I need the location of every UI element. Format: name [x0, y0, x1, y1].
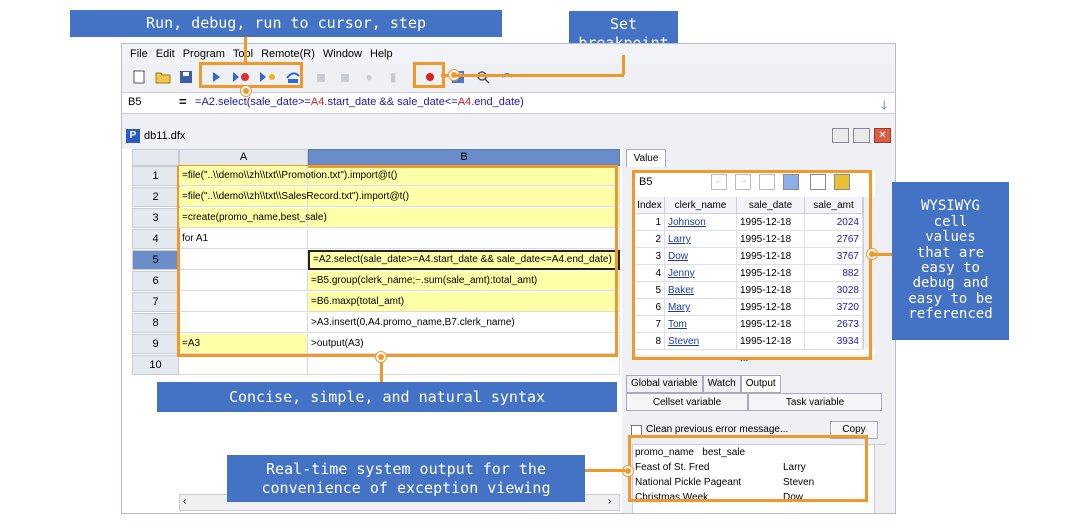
- connector-breakpoint-h: [454, 74, 624, 77]
- callout-wysiwyg-line: debug and: [912, 275, 989, 292]
- highlight-run-tools: [199, 62, 303, 88]
- menu-remote[interactable]: Remote(R): [261, 48, 315, 60]
- callout-wysiwyg-line: cell: [933, 213, 968, 230]
- cell-b10[interactable]: [308, 355, 620, 375]
- restore-icon[interactable]: [853, 128, 870, 143]
- new-file-icon[interactable]: [130, 68, 148, 86]
- save-icon[interactable]: [177, 68, 195, 86]
- callout-set-breakpoint-line1: Set: [609, 14, 638, 33]
- formula-part: A2: [201, 96, 215, 108]
- bottom-tab-bar: Global variable Watch Output: [626, 375, 781, 393]
- callout-realtime-line2: convenience of exception viewing: [261, 478, 551, 497]
- row-header-9[interactable]: 9: [132, 334, 179, 354]
- formula-part: A4: [310, 96, 325, 108]
- formula-equals: =: [179, 94, 187, 109]
- cell-a10[interactable]: [179, 355, 308, 375]
- connector-dot: [376, 352, 386, 362]
- menu-edit[interactable]: Edit: [156, 48, 175, 60]
- connector-breakpoint-up: [622, 55, 625, 75]
- grid-corner: [132, 149, 179, 166]
- column-header-b[interactable]: B: [308, 149, 620, 166]
- scroll-left-icon[interactable]: ‹: [183, 496, 186, 507]
- disabled-tool-icon: ◼: [340, 70, 350, 84]
- row-header-2[interactable]: 2: [132, 187, 179, 207]
- close-icon[interactable]: ✕: [874, 128, 891, 143]
- highlight-value-table: [632, 170, 872, 360]
- subtab-cellset-variable[interactable]: Cellset variable: [626, 393, 748, 411]
- output-scrollbar[interactable]: [874, 445, 886, 513]
- formula-input[interactable]: =A2.select(sale_date>=A4.start_date && s…: [195, 96, 524, 108]
- row-header-4[interactable]: 4: [132, 229, 179, 249]
- menu-window[interactable]: Window: [323, 48, 362, 60]
- search-icon[interactable]: [474, 68, 492, 86]
- column-header-a[interactable]: A: [179, 149, 308, 166]
- formula-cell-ref: B5: [128, 96, 142, 108]
- open-folder-icon[interactable]: [154, 68, 172, 86]
- undo-icon[interactable]: [498, 68, 516, 86]
- document-tab-label: db11.dfx: [144, 130, 186, 142]
- tab-global-variable[interactable]: Global variable: [626, 375, 703, 393]
- menu-file[interactable]: File: [130, 48, 148, 60]
- cell-a1[interactable]: =file("..\\demo\\zh\\txt\\Promotion.txt"…: [179, 166, 397, 186]
- connector-run-tools: [244, 37, 247, 64]
- file-icon: P: [126, 129, 140, 143]
- callout-wysiwyg-line: easy to be: [908, 290, 993, 307]
- menu-bar: File Edit Program Tool Remote(R) Window …: [122, 44, 895, 64]
- callout-wysiwyg-line: values: [925, 229, 976, 246]
- formula-part: .start_date && sale_date<=: [324, 96, 458, 108]
- value-tab[interactable]: Value: [626, 149, 666, 167]
- formula-part: .end_date): [471, 96, 524, 108]
- menu-tool[interactable]: Tool: [233, 48, 253, 60]
- row-header-3[interactable]: 3: [132, 208, 179, 228]
- row-header-10[interactable]: 10: [132, 355, 179, 375]
- callout-wysiwyg-line: WYSIWYG: [920, 198, 980, 215]
- tab-output[interactable]: Output: [740, 375, 781, 393]
- connector-dot: [241, 86, 251, 96]
- document-tab[interactable]: P db11.dfx: [126, 126, 185, 146]
- menu-program[interactable]: Program: [183, 48, 225, 60]
- callout-concise-syntax: Concise, simple, and natural syntax: [157, 382, 617, 412]
- row-header-6[interactable]: 6: [132, 271, 179, 291]
- cell-a2[interactable]: =file("..\\demo\\zh\\txt\\SalesRecord.tx…: [179, 187, 409, 207]
- minimize-icon[interactable]: [832, 128, 849, 143]
- row-header-7[interactable]: 7: [132, 292, 179, 312]
- menu-help[interactable]: Help: [370, 48, 393, 60]
- callout-wysiwyg-line: that are: [916, 244, 985, 261]
- disabled-tool-icon: ●: [365, 70, 373, 84]
- formula-bar: B5 = =A2.select(sale_date>=A4.start_date…: [122, 92, 895, 117]
- callout-run-debug: Run, debug, run to cursor, step: [70, 10, 502, 37]
- tab-watch[interactable]: Watch: [702, 375, 741, 393]
- disabled-tool-icon: ▮: [389, 70, 397, 84]
- clean-error-label: Clean previous error message...: [646, 424, 789, 435]
- cell-a3[interactable]: =create(promo_name,best_sale): [179, 208, 327, 228]
- document-tab-bar: P db11.dfx ✕: [122, 124, 895, 148]
- highlight-output: [628, 435, 868, 502]
- row-header-1[interactable]: 1: [132, 166, 179, 186]
- disabled-tool-icon: ◼: [316, 70, 326, 84]
- row-header-8[interactable]: 8: [132, 313, 179, 333]
- connector-value: [872, 253, 892, 256]
- formula-part: A4: [457, 96, 472, 108]
- scroll-right-icon[interactable]: ›: [608, 496, 611, 507]
- connector-output: [585, 469, 625, 472]
- callout-wysiwyg-line: easy to: [920, 260, 980, 276]
- callout-wysiwyg: WYSIWYG cell values that are easy to debug an…: [892, 182, 1009, 340]
- callout-wysiwyg-line: referenced: [908, 306, 993, 323]
- down-arrow-icon[interactable]: 🡓: [881, 96, 887, 117]
- callout-realtime-line1: Real-time system output for the: [266, 459, 546, 478]
- callout-realtime-output: Real-time system output for the convenie…: [227, 455, 585, 502]
- row-header-5[interactable]: 5: [132, 250, 179, 270]
- formula-part: .select(sale_date>=: [214, 96, 311, 108]
- subtab-task-variable[interactable]: Task variable: [748, 393, 882, 411]
